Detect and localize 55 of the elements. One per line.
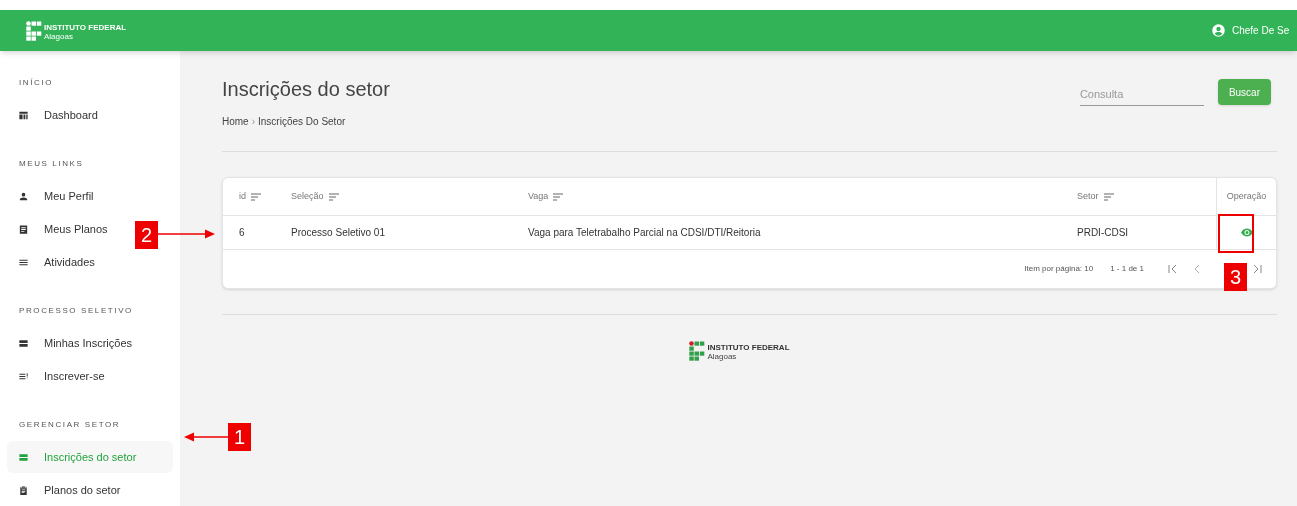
logo-title: INSTITUTO FEDERAL — [44, 24, 127, 32]
page-range: 1 - 1 de 1 — [1110, 263, 1144, 275]
annotation-highlight — [1218, 214, 1254, 253]
logo-title: INSTITUTO FEDERAL — [707, 344, 790, 352]
logo-icon — [689, 340, 706, 361]
items-per-page-label: Item por página: 10 — [1024, 263, 1094, 275]
breadcrumb-separator: › — [251, 115, 256, 129]
logo-subtitle: Alagoas — [707, 353, 738, 361]
sidebar-item[interactable]: Meu Perfil — [7, 180, 102, 212]
sidebar-item[interactable]: Inscrever-se — [7, 360, 113, 392]
page-title: Inscrições do setor — [222, 79, 390, 99]
sidebar-item[interactable]: Meus Planos — [7, 213, 116, 245]
table-cell-text: Vaga para Teletrabalho Parcial na CDSI/DTI/Reitoria — [528, 226, 761, 240]
stacked-bars-icon — [18, 451, 29, 463]
sidebar-item[interactable]: Dashboard — [7, 99, 106, 131]
column-header[interactable]: Vaga — [528, 189, 549, 204]
logo-icon — [26, 20, 42, 41]
sidebar-item[interactable]: Minhas Inscrições — [7, 327, 141, 359]
annotation-label: 2 — [135, 221, 158, 249]
view-icon[interactable] — [1240, 228, 1253, 237]
table-cell-text: PRDI-CDSI — [1077, 226, 1129, 240]
annotation-arrow — [157, 229, 215, 239]
column-header[interactable]: Seleção — [291, 189, 324, 204]
document-icon — [18, 223, 29, 235]
clipboard-icon — [18, 484, 29, 496]
stacked-bars-icon — [18, 337, 29, 349]
sidebar-item[interactable]: Atividades — [7, 246, 103, 278]
annotation-label: 3 — [1224, 263, 1247, 291]
breadcrumb-link[interactable]: Home — [222, 114, 249, 129]
sidebar-item[interactable]: Planos do setor — [7, 474, 129, 506]
column-header[interactable]: id — [239, 189, 246, 204]
first-page-icon[interactable] — [1168, 264, 1178, 274]
previous-page-icon[interactable] — [1194, 264, 1200, 274]
sort-icon[interactable] — [251, 192, 261, 201]
user-avatar-icon[interactable] — [1211, 23, 1226, 38]
column-header[interactable]: Setor — [1077, 189, 1099, 204]
sort-icon[interactable] — [553, 192, 564, 201]
section-heading: GERENCIAR SETOR — [18, 419, 122, 431]
dashboard-icon — [18, 109, 29, 121]
column-header: Operação — [1226, 189, 1267, 203]
section-heading: PROCESSO SELETIVO — [18, 305, 134, 317]
checklist-icon — [18, 370, 29, 382]
logo-subtitle: Alagoas — [44, 33, 74, 41]
annotation-arrow — [184, 432, 228, 442]
table-cell-text: Processo Seletivo 01 — [291, 226, 385, 240]
table-cell-text: 6 — [239, 226, 245, 240]
section-heading: MEUS LINKS — [18, 158, 85, 170]
person-icon — [18, 190, 29, 202]
section-heading: INÍCIO — [18, 77, 55, 89]
sort-icon[interactable] — [1103, 192, 1114, 201]
annotation-label: 1 — [228, 423, 251, 451]
sort-icon[interactable] — [328, 192, 339, 201]
last-page-icon[interactable] — [1252, 264, 1262, 274]
breadcrumb-current: Inscrições Do Setor — [258, 115, 346, 129]
search-field[interactable]: Consulta — [1079, 83, 1204, 106]
